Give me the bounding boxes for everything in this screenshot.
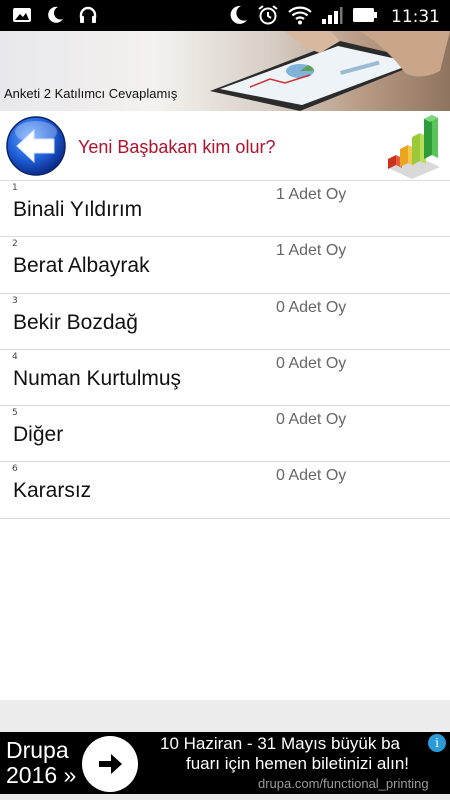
option-number: 1	[12, 183, 18, 193]
option-vote-count: 1 Adet Oy	[276, 186, 347, 203]
ad-brand-name: Drupa	[6, 737, 69, 763]
ad-brand: Drupa 2016 »	[6, 738, 76, 788]
option-vote-count: 0 Adet Oy	[276, 411, 347, 429]
option-name: Numan Kurtulmuş	[13, 366, 182, 390]
option-name: Binali Yıldırım	[13, 198, 143, 221]
list-item[interactable]: 1 Binali Yıldırım 1 Adet Oy	[0, 181, 450, 238]
ad-subline: fuarı için hemen biletinizi alın!	[186, 754, 410, 773]
option-vote-count: 0 Adet Oy	[276, 467, 347, 485]
bottom-strip	[0, 794, 450, 800]
list-item[interactable]: 2 Berat Albayrak 1 Adet Oy	[0, 237, 450, 294]
option-vote-count: 1 Adet Oy	[276, 242, 347, 260]
signal-icon	[321, 5, 343, 29]
poll-header: Yeni Başbakan kim olur?	[0, 111, 450, 181]
wifi-icon	[288, 5, 312, 29]
option-name: Berat Albayrak	[13, 254, 150, 278]
option-name: Diğer	[13, 423, 64, 447]
option-vote-count: 0 Adet Oy	[276, 298, 347, 316]
ad-brand-year: 2016 »	[6, 762, 77, 788]
image-icon	[12, 6, 32, 28]
headphones-icon	[78, 6, 98, 28]
option-number: 5	[12, 408, 18, 419]
back-arrow-icon	[6, 116, 66, 176]
list-item[interactable]: 5 Diğer 0 Adet Oy	[0, 406, 450, 463]
ad-open-button[interactable]	[82, 736, 138, 792]
poll-question-title: Yeni Başbakan kim olur?	[78, 137, 276, 157]
option-name: Bekir Bozdağ	[13, 310, 138, 334]
ad-headline: 10 Haziran - 31 Mayıs büyük ba	[160, 734, 401, 753]
option-number: 6	[12, 464, 18, 475]
ad-info-icon[interactable]: i	[428, 734, 446, 752]
back-button[interactable]	[5, 115, 67, 177]
battery-icon	[352, 7, 378, 27]
moon-icon	[46, 6, 64, 28]
arrow-right-icon	[99, 754, 122, 774]
list-item[interactable]: 6 Kararsız 0 Adet Oy	[0, 462, 450, 519]
ad-separator	[0, 700, 450, 732]
list-item[interactable]: 4 Numan Kurtulmuş 0 Adet Oy	[0, 349, 450, 407]
participant-count-caption: Anketi 2 Katılımcı Cevaplamış	[4, 86, 178, 101]
moon-icon	[228, 5, 248, 29]
ad-url: drupa.com/functional_printing	[258, 776, 429, 791]
status-bar: 11:31	[0, 0, 450, 31]
option-number: 4	[12, 351, 18, 362]
bar-chart-icon[interactable]	[384, 111, 442, 179]
list-item[interactable]: 3 Bekir Bozdağ 0 Adet Oy	[0, 293, 450, 350]
option-number: 3	[12, 295, 18, 306]
alarm-icon	[257, 4, 279, 30]
header-banner-image: Anketi 2 Katılımcı Cevaplamış	[0, 31, 450, 111]
tablet-illustration	[210, 31, 450, 111]
option-vote-count: 0 Adet Oy	[276, 354, 347, 372]
poll-options-list: 1 Binali Yıldırım 1 Adet Oy 2 Berat Alba…	[0, 181, 450, 519]
option-name: Kararsız	[13, 479, 92, 503]
ad-banner[interactable]: Drupa 2016 » 10 Haziran - 31 Mayıs büyük…	[0, 732, 450, 794]
clock-time: 11:31	[391, 7, 440, 27]
option-number: 2	[12, 239, 18, 250]
